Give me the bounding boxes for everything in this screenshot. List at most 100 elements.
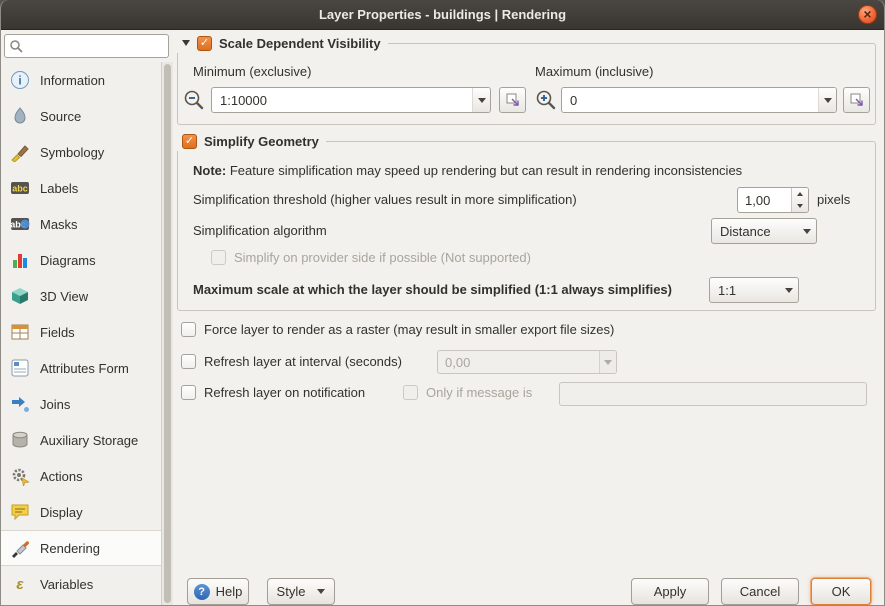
note-prefix: Note:: [193, 163, 227, 178]
close-icon[interactable]: [858, 5, 877, 24]
sidebar-item-source[interactable]: Source: [1, 98, 161, 134]
help-button[interactable]: ? Help: [187, 578, 249, 605]
threshold-value[interactable]: 1,00: [738, 188, 791, 212]
spin-down-icon[interactable]: [792, 200, 808, 212]
apply-button[interactable]: Apply: [631, 578, 709, 605]
chevron-down-icon[interactable]: [818, 88, 836, 112]
sidebar-item-fields[interactable]: Fields: [1, 314, 161, 350]
scrollbar-thumb[interactable]: [164, 64, 171, 603]
sidebar-item-display[interactable]: Display: [1, 494, 161, 530]
search-icon: [9, 39, 23, 53]
simplify-geometry-title: Simplify Geometry: [204, 133, 319, 149]
help-label: Help: [215, 584, 243, 599]
refresh-interval-label: Refresh layer at interval (seconds): [204, 354, 402, 369]
zoom-out-icon: [181, 87, 207, 113]
joins-icon: [9, 393, 31, 415]
max-simplify-scale-label: Maximum scale at which the layer should …: [193, 282, 672, 297]
ok-label: OK: [831, 584, 851, 599]
layer-properties-window: Layer Properties - buildings | Rendering…: [0, 0, 885, 606]
scale-visibility-group-header[interactable]: Scale Dependent Visibility: [175, 33, 388, 53]
chevron-down-icon[interactable]: [780, 278, 798, 302]
simplify-provider-checkbox: [211, 250, 226, 265]
force-raster-checkbox[interactable]: [181, 322, 196, 337]
masks-icon: abc: [9, 213, 31, 235]
simplification-threshold-spinbox[interactable]: 1,00: [737, 187, 809, 213]
note-text: Feature simplification may speed up rend…: [229, 163, 743, 178]
sidebar-item-rendering[interactable]: Rendering: [1, 530, 161, 566]
rendering-panel: Scale Dependent Visibility Minimum (excl…: [173, 30, 884, 605]
maximum-scale-label: Maximum (inclusive): [535, 64, 654, 79]
sidebar-item-information[interactable]: i Information: [1, 62, 161, 98]
titlebar[interactable]: Layer Properties - buildings | Rendering: [1, 0, 884, 30]
max-simplify-scale-combobox[interactable]: 1:1: [709, 277, 799, 303]
set-max-scale-from-canvas-button[interactable]: [843, 87, 870, 113]
spin-arrows[interactable]: [791, 188, 808, 212]
sidebar-item-label: Variables: [40, 576, 94, 592]
sidebar-item-symbology[interactable]: Symbology: [1, 134, 161, 170]
maximum-scale-combobox[interactable]: 0: [561, 87, 837, 113]
refresh-notification-row[interactable]: Refresh layer on notification: [181, 385, 365, 400]
collapse-arrow-icon[interactable]: [182, 40, 190, 46]
maximum-scale-value[interactable]: 0: [562, 93, 818, 108]
max-simplify-scale-value[interactable]: 1:1: [710, 283, 780, 298]
cancel-label: Cancel: [739, 584, 781, 599]
help-icon: ?: [193, 583, 210, 600]
sidebar-item-joins[interactable]: Joins: [1, 386, 161, 422]
minimum-scale-value[interactable]: 1:10000: [212, 93, 472, 108]
spin-arrows: [599, 351, 616, 373]
sidebar-item-labels[interactable]: abc Labels: [1, 170, 161, 206]
window-title: Layer Properties - buildings | Rendering: [318, 7, 567, 22]
simplification-threshold-label: Simplification threshold (higher values …: [193, 192, 577, 207]
sidebar-item-label: 3D View: [40, 288, 89, 304]
ok-button[interactable]: OK: [811, 578, 871, 605]
actions-icon: [9, 465, 31, 487]
spin-down-icon: [600, 351, 616, 373]
set-min-scale-from-canvas-button[interactable]: [499, 87, 526, 113]
simplify-geometry-group-header[interactable]: Simplify Geometry: [175, 131, 326, 151]
sidebar-item-3d-view[interactable]: 3D View: [1, 278, 161, 314]
sidebar-item-label: Rendering: [40, 540, 100, 556]
chevron-down-icon[interactable]: [798, 219, 816, 243]
sidebar-item-actions[interactable]: Actions: [1, 458, 161, 494]
apply-label: Apply: [653, 584, 687, 599]
minimum-scale-combobox[interactable]: 1:10000: [211, 87, 491, 113]
simplification-algorithm-combobox[interactable]: Distance: [711, 218, 817, 244]
sidebar-item-diagrams[interactable]: Diagrams: [1, 242, 161, 278]
cancel-button[interactable]: Cancel: [721, 578, 799, 605]
labels-icon: abc: [9, 177, 31, 199]
force-raster-row[interactable]: Force layer to render as a raster (may r…: [181, 322, 614, 337]
sidebar-item-label: Actions: [40, 468, 83, 484]
simplify-geometry-checkbox[interactable]: [182, 133, 197, 149]
fields-icon: [9, 321, 31, 343]
sidebar-item-masks[interactable]: abc Masks: [1, 206, 161, 242]
sidebar-item-attributes-form[interactable]: Attributes Form: [1, 350, 161, 386]
sidebar-scrollbar[interactable]: [161, 62, 173, 605]
refresh-notification-checkbox[interactable]: [181, 385, 196, 400]
search-box[interactable]: [4, 34, 169, 58]
search-input[interactable]: [23, 38, 164, 54]
sidebar-item-label: Labels: [40, 180, 79, 196]
simplification-algorithm-label: Simplification algorithm: [193, 223, 327, 238]
force-raster-label: Force layer to render as a raster (may r…: [204, 322, 615, 337]
algorithm-value[interactable]: Distance: [712, 224, 798, 239]
refresh-interval-checkbox[interactable]: [181, 354, 196, 369]
chevron-down-icon[interactable]: [472, 88, 490, 112]
auxiliary-storage-icon: [9, 429, 31, 451]
sidebar-item-variables[interactable]: ε Variables: [1, 566, 161, 602]
minimum-scale-label: Minimum (exclusive): [193, 64, 312, 79]
diagrams-icon: [9, 249, 31, 271]
sidebar-item-label: Display: [40, 504, 83, 520]
style-button[interactable]: Style: [267, 578, 335, 605]
sidebar-item-auxiliary-storage[interactable]: Auxiliary Storage: [1, 422, 161, 458]
simplify-provider-label: Simplify on provider side if possible (N…: [234, 250, 531, 265]
spin-up-icon[interactable]: [792, 188, 808, 200]
threshold-unit-label: pixels: [817, 192, 851, 207]
refresh-interval-row[interactable]: Refresh layer at interval (seconds): [181, 354, 402, 369]
sidebar-item-label: Masks: [40, 216, 78, 232]
scale-visibility-checkbox[interactable]: [197, 35, 212, 51]
sidebar-item-label: Attributes Form: [40, 360, 129, 376]
scale-visibility-title: Scale Dependent Visibility: [219, 35, 381, 51]
chevron-down-icon[interactable]: [317, 589, 326, 594]
svg-text:i: i: [18, 74, 21, 88]
notification-message-input: [559, 382, 867, 406]
